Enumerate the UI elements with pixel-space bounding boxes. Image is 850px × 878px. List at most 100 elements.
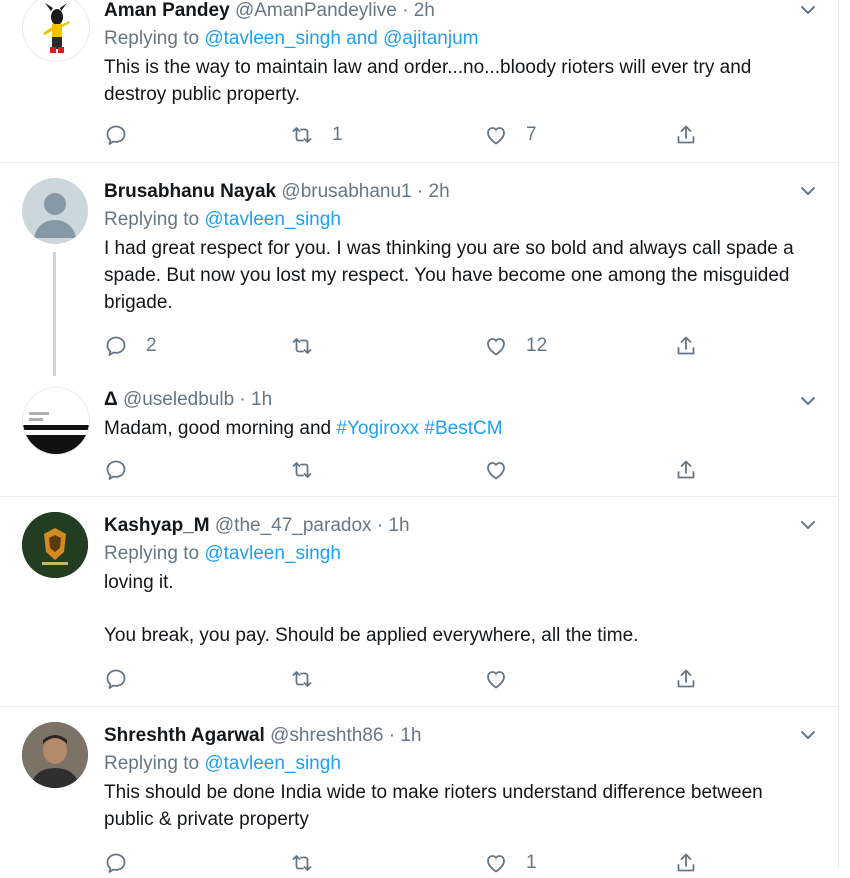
share-button[interactable] xyxy=(674,120,698,150)
tweet[interactable]: Shreshth Agarwal @shreshth86 · 1h Replyi… xyxy=(0,707,838,873)
reply-button[interactable] xyxy=(104,455,146,485)
replying-to-link[interactable]: @tavleen_singh xyxy=(204,753,341,774)
avatar[interactable] xyxy=(22,178,88,244)
share-button[interactable] xyxy=(674,848,698,878)
tweet[interactable]: Kashyap_M @the_47_paradox · 1h Replying … xyxy=(0,497,838,706)
display-name[interactable]: Aman Pandey xyxy=(104,0,230,21)
share-icon xyxy=(677,669,695,688)
replying-to: Replying to @tavleen_singh xyxy=(104,543,798,565)
reply-button[interactable] xyxy=(104,120,146,150)
replying-to: Replying to @tavleen_singh xyxy=(104,209,798,231)
tweet-header: Aman Pandey @AmanPandeylive · 2h xyxy=(104,0,798,22)
share-button[interactable] xyxy=(674,455,698,485)
replying-to-link[interactable]: @tavleen_singh xyxy=(204,543,341,564)
display-name[interactable]: Shreshth Agarwal xyxy=(104,725,265,746)
chevron-down-icon[interactable] xyxy=(798,181,818,201)
like-icon xyxy=(487,338,505,356)
display-name[interactable]: Kashyap_M xyxy=(104,515,210,536)
tweet[interactable]: Brusabhanu Nayak @brusabhanu1 · 2h Reply… xyxy=(0,163,838,383)
timestamp[interactable]: 1h xyxy=(388,515,409,536)
replying-to: Replying to @tavleen_singh and @ajitanju… xyxy=(104,28,798,50)
reply-icon xyxy=(106,460,126,480)
retweet-icon xyxy=(292,338,312,354)
like-button[interactable]: 7 xyxy=(484,120,537,150)
user-handle[interactable]: @the_47_paradox xyxy=(215,515,372,536)
retweet-button[interactable] xyxy=(290,848,332,878)
replying-to-link[interactable]: @tavleen_singh xyxy=(204,209,341,230)
tweet-text-plain: Madam, good morning and xyxy=(104,418,332,439)
share-icon xyxy=(677,125,695,144)
like-button[interactable]: 1 xyxy=(484,848,537,878)
tweet-header: Kashyap_M @the_47_paradox · 1h xyxy=(104,515,798,537)
reply-count: 2 xyxy=(146,335,157,356)
tweet-text: Madam, good morning and #Yogiroxx #BestC… xyxy=(104,415,798,442)
like-icon xyxy=(487,127,505,145)
replying-to-link[interactable]: @tavleen_singh and @ajitanjum xyxy=(204,28,478,49)
retweet-button[interactable] xyxy=(290,664,332,694)
reply-button[interactable] xyxy=(104,664,146,694)
timestamp[interactable]: 1h xyxy=(400,725,421,746)
separator: · xyxy=(416,181,424,202)
user-handle[interactable]: @useledbulb xyxy=(123,389,234,410)
share-button[interactable] xyxy=(674,664,698,694)
chevron-down-icon[interactable] xyxy=(798,391,818,411)
reply-button[interactable] xyxy=(104,848,146,878)
retweet-icon xyxy=(292,127,312,143)
reply-icon xyxy=(106,336,126,356)
tweet[interactable]: Aman Pandey @AmanPandeylive · 2h Replyin… xyxy=(0,0,838,162)
share-button[interactable] xyxy=(674,331,698,361)
like-button[interactable]: 12 xyxy=(484,331,547,361)
thread-line xyxy=(53,252,56,376)
avatar-cartoon-image xyxy=(43,3,70,53)
retweet-button[interactable] xyxy=(290,455,332,485)
replying-to-label: Replying to xyxy=(104,28,200,49)
reply-button[interactable]: 2 xyxy=(104,331,157,361)
user-handle[interactable]: @AmanPandeylive xyxy=(235,0,397,21)
avatar[interactable] xyxy=(22,512,88,578)
chevron-down-icon[interactable] xyxy=(798,515,818,535)
tweet-actions xyxy=(104,455,704,485)
separator: · xyxy=(402,0,409,21)
display-name[interactable]: Brusabhanu Nayak xyxy=(104,181,276,202)
tweet-actions: 1 xyxy=(104,848,704,878)
hashtag-links[interactable]: #Yogiroxx #BestCM xyxy=(336,418,502,439)
like-count: 7 xyxy=(526,124,537,145)
like-icon xyxy=(487,462,505,480)
avatar[interactable] xyxy=(22,0,90,62)
replying-to-label: Replying to xyxy=(104,209,200,230)
separator: · xyxy=(239,389,246,410)
retweet-button[interactable]: 1 xyxy=(290,120,343,150)
like-count: 1 xyxy=(526,852,537,873)
share-icon xyxy=(677,460,695,479)
replying-to-label: Replying to xyxy=(104,543,200,564)
tweet-actions: 1 7 xyxy=(104,120,704,150)
chevron-down-icon[interactable] xyxy=(798,0,818,20)
like-button[interactable] xyxy=(484,455,526,485)
avatar[interactable] xyxy=(22,387,90,455)
timestamp[interactable]: 2h xyxy=(429,181,450,202)
timeline-border xyxy=(838,0,839,869)
tweet[interactable]: Δ @useledbulb · 1h Madam, good morning a… xyxy=(0,383,838,496)
retweet-button[interactable] xyxy=(290,331,332,361)
timestamp[interactable]: 1h xyxy=(251,389,272,410)
display-name[interactable]: Δ xyxy=(104,389,118,410)
avatar-screenshot-image xyxy=(23,388,89,454)
tweet-actions: 2 12 xyxy=(104,331,704,361)
avatar[interactable] xyxy=(22,722,88,788)
user-handle[interactable]: @shreshth86 xyxy=(270,725,383,746)
retweet-icon xyxy=(292,462,312,478)
share-icon xyxy=(677,853,695,872)
chevron-down-icon[interactable] xyxy=(798,725,818,745)
like-button[interactable] xyxy=(484,664,526,694)
user-handle[interactable]: @brusabhanu1 xyxy=(281,181,411,202)
tweet-actions xyxy=(104,664,704,694)
tweet-header: Δ @useledbulb · 1h xyxy=(104,389,798,411)
tweet-header: Brusabhanu Nayak @brusabhanu1 · 2h xyxy=(104,181,798,203)
timestamp[interactable]: 2h xyxy=(414,0,435,21)
like-icon xyxy=(487,855,505,873)
replying-to: Replying to @tavleen_singh xyxy=(104,753,798,775)
retweet-icon xyxy=(292,671,312,687)
separator: · xyxy=(388,725,396,746)
replying-to-label: Replying to xyxy=(104,753,200,774)
reply-icon xyxy=(106,853,126,873)
